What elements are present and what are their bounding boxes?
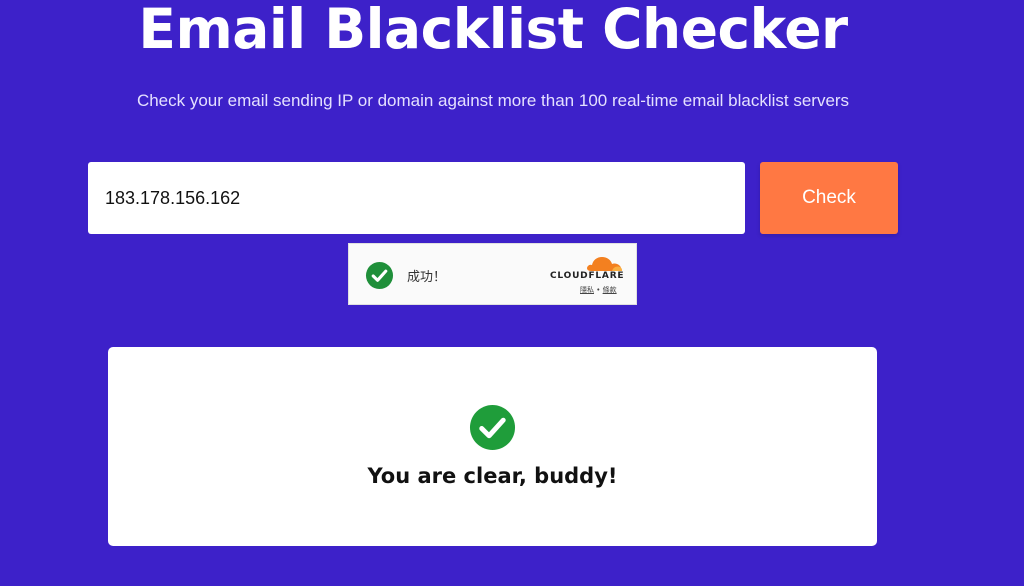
link-separator: • — [596, 286, 601, 294]
page-title: Email Blacklist Checker — [138, 0, 848, 61]
cloudflare-logo: CLOUDFLARE — [550, 271, 625, 281]
result-card: You are clear, buddy! — [108, 347, 877, 546]
cloudflare-cloud-icon — [587, 257, 623, 271]
cloudflare-captcha-widget: 成功！ CLOUDFLARE 隱私 • 條款 — [348, 243, 637, 305]
captcha-links: 隱私 • 條款 — [580, 285, 617, 295]
check-circle-icon — [469, 404, 516, 451]
captcha-status-text: 成功！ — [407, 270, 447, 285]
check-button[interactable]: Check — [760, 162, 898, 234]
check-circle-icon — [365, 261, 394, 290]
privacy-link[interactable]: 隱私 — [580, 286, 594, 294]
result-message: You are clear, buddy! — [367, 464, 618, 488]
page-subtitle: Check your email sending IP or domain ag… — [136, 91, 850, 110]
ip-domain-input[interactable] — [88, 162, 745, 234]
terms-link[interactable]: 條款 — [603, 286, 617, 294]
